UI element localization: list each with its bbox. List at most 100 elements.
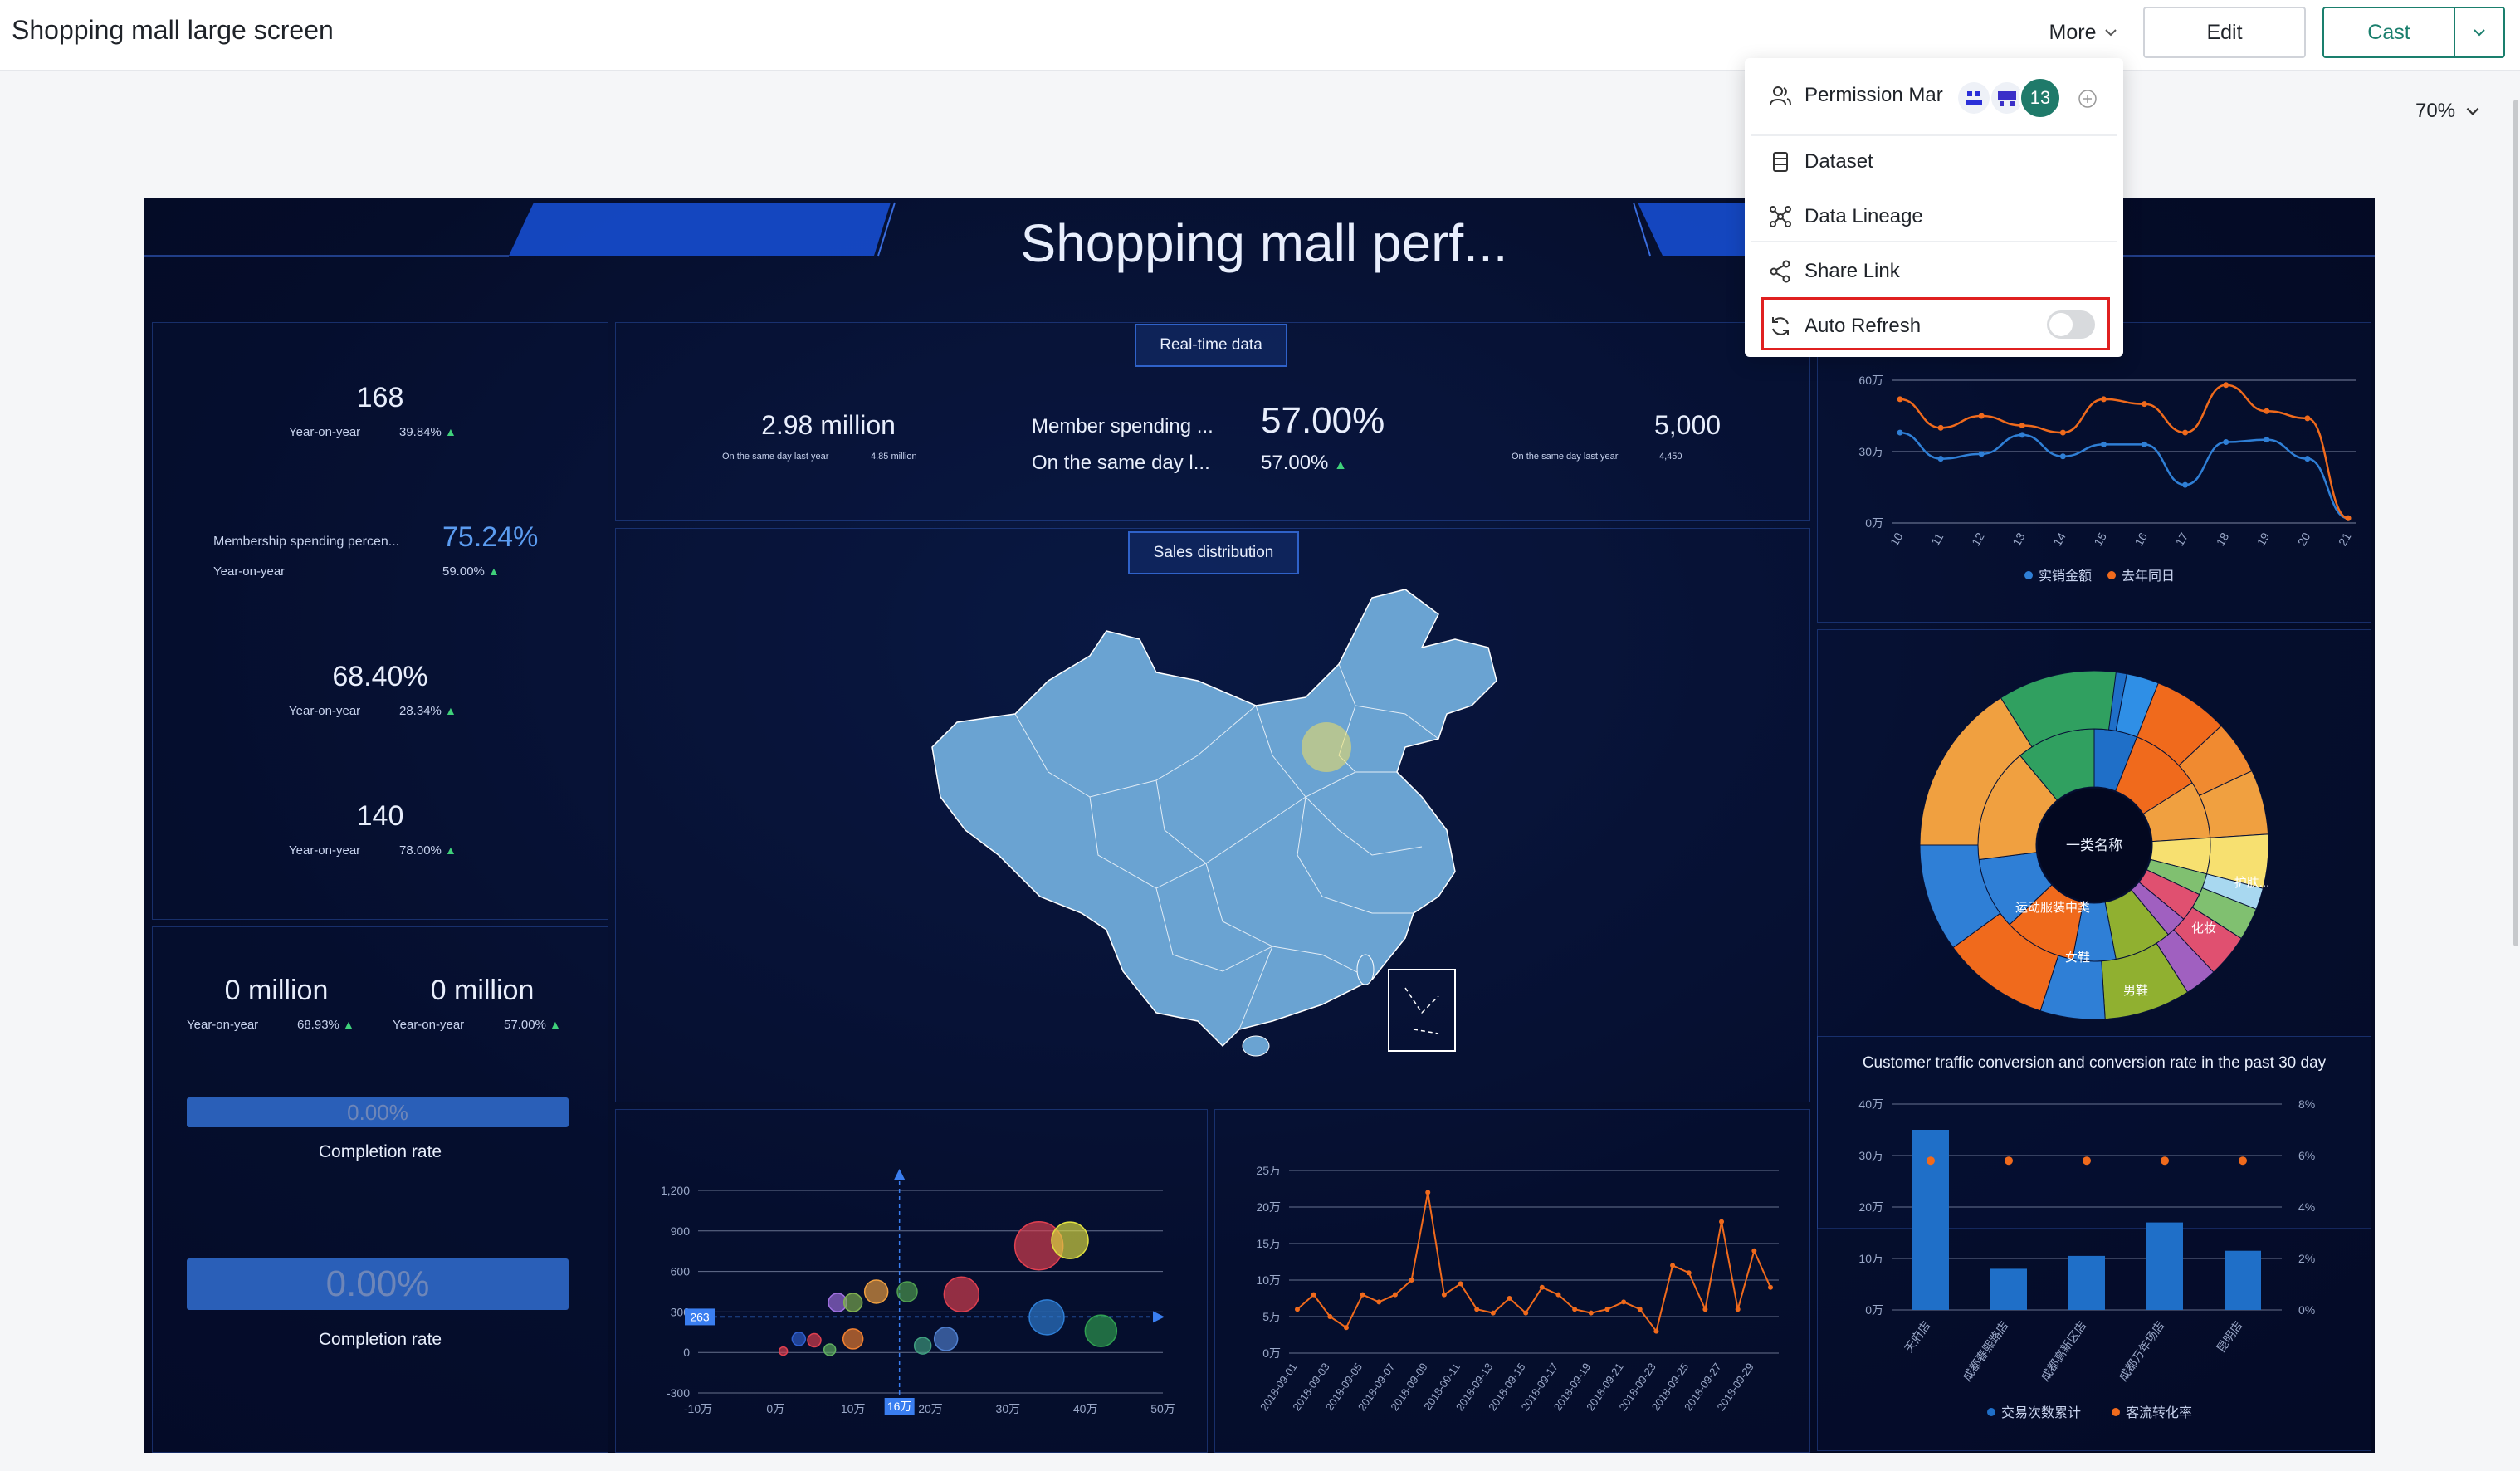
bar	[2146, 1222, 2183, 1310]
chevron-down-icon	[2474, 29, 2485, 37]
data-point	[1978, 451, 1985, 457]
data-point	[2264, 437, 2270, 443]
realtime-sub-label: On the same day last year	[1512, 452, 1619, 462]
share-link-menu-item[interactable]: Share Link	[1768, 259, 1900, 284]
x-tick-label: 18	[2214, 530, 2232, 549]
dataset-menu-item[interactable]: Dataset	[1768, 149, 1873, 174]
data-lineage-menu-item[interactable]: Data Lineage	[1768, 204, 1923, 229]
data-point	[1670, 1263, 1676, 1268]
kpi-sub-value: 39.84% ▲	[399, 425, 457, 439]
realtime-sub-value: 4.85 million	[871, 452, 917, 462]
x-tick-label: 成都万年场店	[2116, 1319, 2166, 1384]
realtime-sub-value: 4,450	[1659, 452, 1682, 462]
share-icon	[1770, 260, 1790, 283]
data-point	[2019, 422, 2025, 428]
x-tick-label: 11	[1928, 530, 1946, 548]
dashboard-title: Shopping mall perf...	[1020, 213, 1508, 273]
china-map[interactable]	[907, 581, 1521, 1096]
data-point	[1702, 1307, 1708, 1312]
million-value: 0 million	[430, 975, 535, 1006]
member-avatar-icon[interactable]	[1957, 81, 1990, 115]
data-point	[1458, 1281, 1463, 1287]
data-point	[1425, 1190, 1431, 1195]
data-point	[1719, 1219, 1725, 1224]
million-value: 0 million	[224, 975, 329, 1006]
completion-bar: 0.00%	[187, 1258, 569, 1310]
cast-dropdown-button[interactable]	[2454, 7, 2505, 58]
users-icon	[1770, 86, 1791, 105]
kpi-sub-label: Year-on-year	[289, 843, 361, 858]
sunburst-label: 运动服装中类	[2015, 901, 2090, 915]
data-point	[1343, 1325, 1349, 1331]
data-point	[2142, 441, 2148, 447]
million-sub-value: 68.93% ▲	[297, 1018, 354, 1032]
data-point	[1409, 1278, 1414, 1283]
data-point	[2264, 408, 2270, 414]
legend-marker	[2024, 571, 2033, 579]
member-count-badge[interactable]: 13	[2019, 76, 2062, 120]
data-point	[1653, 1328, 1659, 1334]
kpi-value: 75.24%	[442, 521, 539, 553]
y2-tick-label: 8%	[2298, 1097, 2315, 1111]
data-point	[2059, 453, 2066, 460]
kpi-sub-label: Year-on-year	[213, 564, 286, 579]
data-point	[1507, 1296, 1512, 1301]
data-point	[2182, 481, 2189, 488]
data-point	[1572, 1307, 1578, 1312]
legend-marker	[2112, 1408, 2120, 1416]
completion-bar: 0.00%	[187, 1097, 569, 1127]
x-tick-label: 15	[2091, 530, 2109, 549]
y-tick-label: 0万	[1262, 1346, 1281, 1360]
bubble	[943, 1276, 980, 1313]
x-tick-label: 40万	[1073, 1402, 1098, 1415]
menu-divider	[1751, 134, 2117, 136]
sunburst-label: 男鞋	[2123, 984, 2148, 998]
auto-refresh-toggle[interactable]	[2047, 310, 2095, 339]
x-tick-label: 17	[2172, 530, 2190, 549]
share-link-label: Share Link	[1805, 260, 1900, 282]
auto-refresh-menu-item[interactable]: Auto Refresh	[1768, 314, 1921, 339]
permission-menu-item[interactable]: Permission Mar	[1768, 83, 1943, 108]
kpi-label: Membership spending percen...	[213, 535, 400, 549]
traffic-chart-title: Customer traffic conversion and conversi…	[1862, 1054, 2327, 1072]
daily-sales-line-chart: 0万5万10万15万20万25万2018-09-012018-09-032018…	[1256, 1164, 1779, 1413]
permission-label: Permission Mar	[1805, 84, 1943, 106]
rate-point	[2239, 1156, 2247, 1166]
x-tick-label: 成都春熙路店	[1960, 1319, 2010, 1384]
y-tick-label: -300	[667, 1386, 690, 1400]
auto-refresh-label: Auto Refresh	[1805, 315, 1922, 337]
y-tick-label: 20万	[1256, 1200, 1281, 1214]
edit-button[interactable]: Edit	[2143, 7, 2306, 58]
data-point	[1897, 429, 1903, 436]
bubble	[1084, 1314, 1118, 1347]
data-lineage-label: Data Lineage	[1805, 205, 1923, 227]
data-point	[2304, 456, 2311, 462]
y2-tick-label: 4%	[2298, 1200, 2315, 1214]
data-point	[1327, 1314, 1333, 1319]
dataset-label: Dataset	[1805, 150, 1873, 173]
realtime-tag: Real-time data	[1135, 324, 1287, 367]
million-sub-value: 57.00% ▲	[504, 1018, 561, 1032]
more-button[interactable]: More	[2039, 7, 2130, 58]
x-tick-label: 21	[2336, 530, 2354, 549]
page-scrollbar[interactable]	[2513, 100, 2518, 946]
rate-point	[2083, 1156, 2091, 1166]
data-point	[1621, 1299, 1627, 1305]
legend-marker	[2107, 571, 2116, 579]
x-tick-label: 20	[2295, 530, 2313, 549]
y-tick-label: 0	[683, 1346, 690, 1359]
zoom-select[interactable]: 70%	[2415, 100, 2482, 123]
completion-label: Completion rate	[318, 1330, 442, 1349]
x-tick-label: 10万	[841, 1402, 866, 1415]
cast-button[interactable]: Cast	[2322, 7, 2455, 58]
y-tick-label: 10万	[1858, 1252, 1883, 1265]
kpi-sub-label: Year-on-year	[289, 704, 361, 718]
data-point	[1897, 396, 1903, 403]
data-point	[1474, 1307, 1480, 1312]
data-point	[2100, 441, 2107, 447]
x-tick-label: 20万	[918, 1402, 943, 1415]
y-tick-label: 0万	[1865, 1303, 1883, 1317]
add-member-icon[interactable]	[2077, 88, 2098, 110]
more-label: More	[2049, 20, 2097, 44]
dataset-icon	[1773, 152, 1788, 172]
